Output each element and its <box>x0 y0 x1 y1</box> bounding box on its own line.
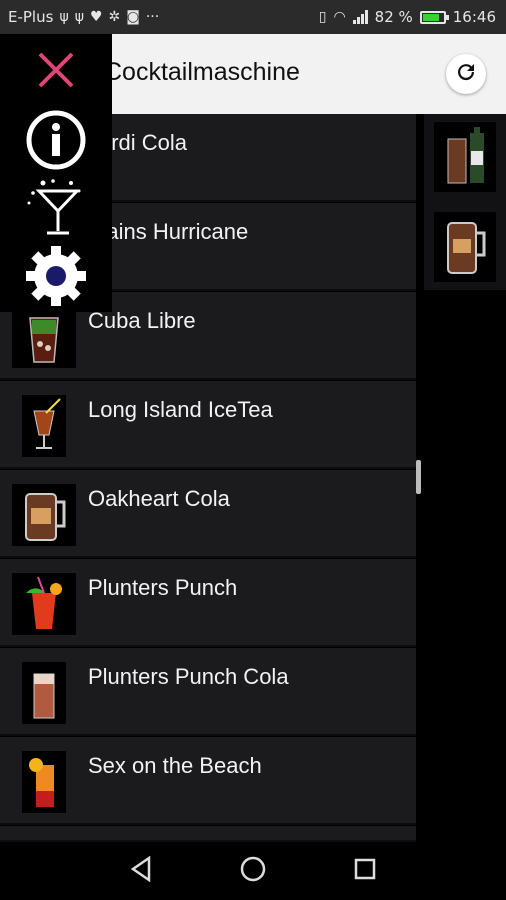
list-item[interactable]: Sex on the Beach <box>0 737 416 825</box>
plunters-punch-thumbnail <box>12 573 76 635</box>
cocktail-button[interactable] <box>22 177 90 243</box>
cocktail-name: Oakheart Cola <box>88 486 230 511</box>
battery-icon <box>419 10 449 24</box>
clock: 16:46 <box>452 8 496 26</box>
bottle-icon[interactable] <box>434 122 496 192</box>
close-button[interactable] <box>22 42 90 102</box>
cocktail-name: Plunters Punch Cola <box>88 664 289 689</box>
status-bar: E-Plus ψ ψ ♥ ✲ ◙ ··· ▯ ◠ 82 % 16:46 <box>0 0 506 34</box>
long-island-thumbnail <box>22 395 66 457</box>
list-item[interactable]: Plunters Punch Cola <box>0 648 416 736</box>
oakheart-thumbnail <box>12 484 76 546</box>
vibrate-icon: ▯ <box>318 9 327 25</box>
info-button[interactable] <box>22 110 90 174</box>
plunters-punch-cola-thumbnail <box>22 662 66 724</box>
home-icon <box>240 856 266 886</box>
list-item[interactable]: Plunters Punch <box>0 559 416 647</box>
floating-menu <box>0 34 112 312</box>
settings-button[interactable] <box>22 246 90 308</box>
cocktail-glass-icon <box>25 177 87 243</box>
info-icon <box>26 110 86 174</box>
recents-icon <box>353 857 377 885</box>
sex-on-the-beach-thumbnail <box>22 751 66 813</box>
close-icon <box>36 50 76 94</box>
back-button[interactable] <box>126 855 156 886</box>
mug-icon[interactable] <box>434 212 496 282</box>
back-icon <box>129 855 153 886</box>
cocktail-name: Long Island IceTea <box>88 397 273 422</box>
usb-icon: ψ <box>59 9 69 25</box>
cocktail-name: Sex on the Beach <box>88 753 262 778</box>
cocktail-name: ptains Hurricane <box>88 219 249 244</box>
side-panel <box>424 114 506 290</box>
cuba-libre-thumbnail <box>12 306 76 368</box>
page-title: Cocktailmaschine <box>104 58 300 86</box>
list-item[interactable]: Long Island IceTea <box>0 381 416 469</box>
navigation-bar <box>0 842 506 900</box>
more-icon: ··· <box>145 9 160 25</box>
heart-icon: ♥ <box>89 9 103 25</box>
gear-icon <box>24 244 88 312</box>
wifi-icon: ◠ <box>333 9 346 25</box>
scrollbar[interactable] <box>416 460 421 494</box>
settings-icon: ✲ <box>108 9 121 25</box>
list-item[interactable]: Oakheart Cola <box>0 470 416 558</box>
home-button[interactable] <box>238 856 268 886</box>
signal-icon <box>352 10 368 24</box>
carrier-label: E-Plus <box>8 8 54 26</box>
refresh-button[interactable] <box>446 54 486 94</box>
recents-button[interactable] <box>350 856 380 886</box>
battery-percent: 82 % <box>374 8 413 26</box>
instagram-icon: ◙ <box>126 9 140 25</box>
list-item[interactable] <box>0 826 416 842</box>
cocktail-name: Plunters Punch <box>88 575 238 600</box>
refresh-icon <box>454 60 478 88</box>
usb-icon: ψ <box>74 9 84 25</box>
